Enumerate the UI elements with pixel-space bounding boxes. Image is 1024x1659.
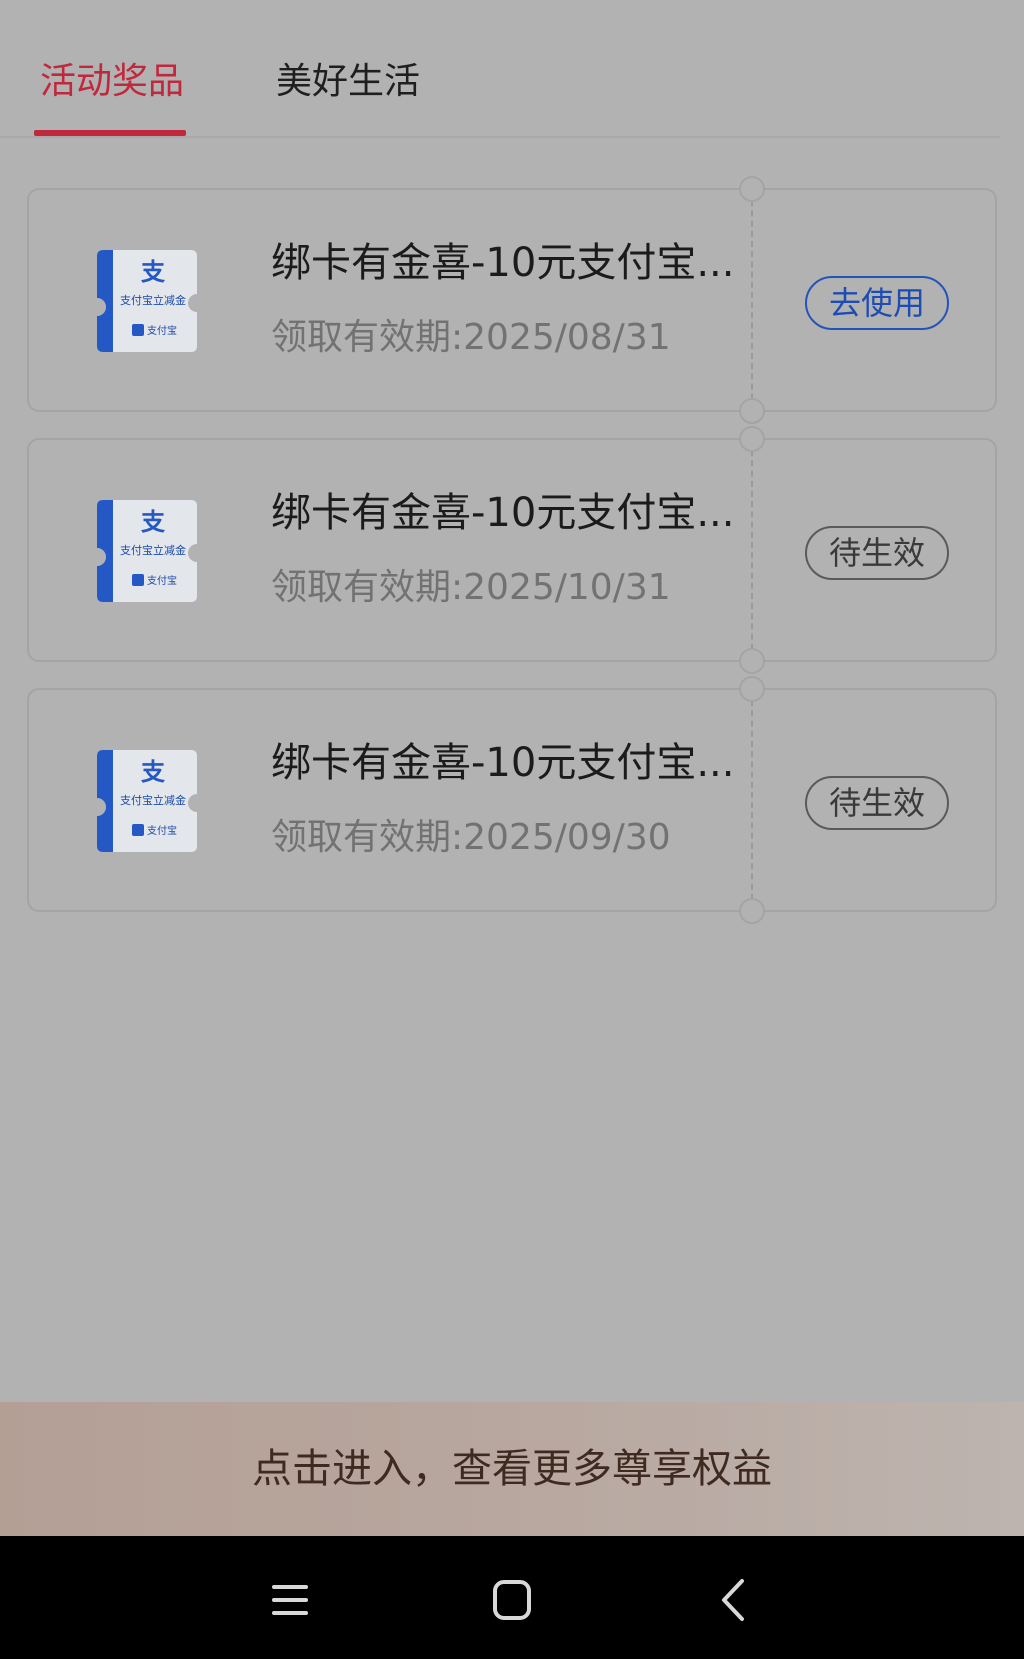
pending-button[interactable]: 待生效 [805, 526, 949, 580]
ticket-notch [739, 398, 765, 424]
menu-icon[interactable] [260, 1572, 320, 1628]
alipay-coupon-icon: 支 支付宝立减金 支付宝 [97, 500, 197, 602]
tab-divider [0, 136, 1000, 138]
coupon-validity: 领取有效期:2025/09/30 [271, 817, 671, 858]
thumb-brand: 支付宝 [147, 824, 177, 837]
coupon-title: 绑卡有金喜-10元支付宝... [271, 240, 735, 286]
ticket-notch [739, 648, 765, 674]
tab-bar: 活动奖品 美好生活 [0, 0, 1024, 138]
back-icon[interactable] [704, 1572, 764, 1628]
ticket-notch [739, 176, 765, 202]
thumb-brand: 支付宝 [147, 574, 177, 587]
coupon-card[interactable]: 支 支付宝立减金 支付宝 绑卡有金喜-10元支付宝... 领取有效期:2025/… [27, 176, 997, 424]
tab-good-life[interactable]: 美好生活 [276, 58, 420, 106]
banner-text: 点击进入，查看更多尊享权益 [252, 1446, 772, 1492]
coupon-card[interactable]: 支 支付宝立减金 支付宝 绑卡有金喜-10元支付宝... 领取有效期:2025/… [27, 676, 997, 924]
home-icon[interactable] [482, 1572, 542, 1628]
ticket-notch [739, 426, 765, 452]
thumb-title: 支付宝立减金 [120, 543, 186, 557]
system-nav-bar [0, 1536, 1024, 1659]
coupon-validity: 领取有效期:2025/08/31 [271, 317, 671, 358]
tab-activity-prizes[interactable]: 活动奖品 [40, 58, 184, 106]
coupon-title: 绑卡有金喜-10元支付宝... [271, 740, 735, 786]
coupon-validity: 领取有效期:2025/10/31 [271, 567, 671, 608]
thumb-brand: 支付宝 [147, 324, 177, 337]
thumb-title: 支付宝立减金 [120, 793, 186, 807]
coupon-title: 绑卡有金喜-10元支付宝... [271, 490, 735, 536]
use-button[interactable]: 去使用 [805, 276, 949, 330]
alipay-coupon-icon: 支 支付宝立减金 支付宝 [97, 750, 197, 852]
svg-text:支: 支 [141, 508, 166, 536]
pending-button[interactable]: 待生效 [805, 776, 949, 830]
alipay-coupon-icon: 支 支付宝立减金 支付宝 [97, 250, 197, 352]
more-benefits-banner[interactable]: 点击进入，查看更多尊享权益 [0, 1402, 1024, 1536]
perforation-line [751, 690, 753, 910]
coupon-card[interactable]: 支 支付宝立减金 支付宝 绑卡有金喜-10元支付宝... 领取有效期:2025/… [27, 426, 997, 674]
ticket-notch [739, 676, 765, 702]
perforation-line [751, 190, 753, 410]
perforation-line [751, 440, 753, 660]
ticket-notch [739, 898, 765, 924]
svg-text:支: 支 [141, 758, 166, 786]
svg-text:支: 支 [141, 258, 166, 286]
thumb-title: 支付宝立减金 [120, 293, 186, 307]
